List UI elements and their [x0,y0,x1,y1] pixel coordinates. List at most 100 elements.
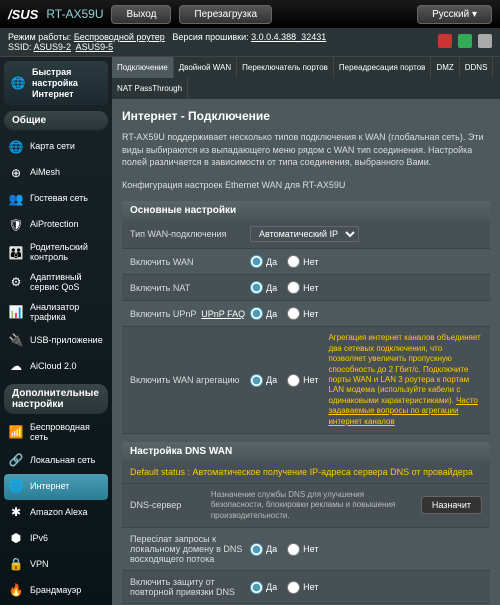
sidebar-label: Карта сети [30,142,75,152]
lang-label: Русский [432,9,469,20]
model-name: RT-AX59U [46,7,103,21]
note-link[interactable]: Часто задаваемые вопросы по агрегации ин… [328,396,477,426]
sidebar-icon: 🔒 [8,557,24,573]
setting-row: DNS-серверНазначение службы DNS для улуч… [122,484,490,528]
sidebar-label: USB-приложение [30,336,103,346]
mode-link[interactable]: Беспроводной роутер [74,32,165,42]
language-select[interactable]: Русский ▾ [417,5,492,24]
status-icon-2[interactable] [458,34,472,48]
sidebar-label: Адаптивный сервис QoS [30,273,104,293]
sidebar-icon: 📊 [8,305,24,321]
logout-button[interactable]: Выход [111,5,171,24]
sidebar-label: IPv6 [30,534,48,544]
sidebar-adv-1[interactable]: 🔗Локальная сеть [4,448,108,474]
sidebar-label: Анализатор трафика [30,303,104,323]
radio-no[interactable]: Нет [287,581,318,594]
tab-6[interactable]: NAT PassThrough [112,78,188,99]
fw-label: Версия прошивки: [172,32,248,42]
sidebar-label: Интернет [30,482,69,492]
setting-label: DNS-сервер [130,500,211,510]
setting-label: Включить NAT [130,283,250,293]
sidebar-adv-2[interactable]: 🌐Интернет [4,474,108,500]
radio-yes[interactable]: Да [250,255,277,268]
tab-4[interactable]: DMZ [431,57,459,78]
sidebar-icon: ⊕ [8,165,24,181]
sidebar-icon: 👪 [8,245,24,261]
section-basic: Основные настройки [122,201,490,220]
setting-label: Пересілат запросы к локальному домену в … [130,534,250,564]
ssid2-link[interactable]: ASUS9-5 [76,42,114,52]
faq-link[interactable]: UPnP FAQ [201,309,245,319]
sidebar-label: Гостевая сеть [30,194,88,204]
sidebar-icon: 🌐 [8,139,24,155]
sidebar-item-5[interactable]: ⚙Адаптивный сервис QoS [4,268,108,298]
sidebar-item-1[interactable]: ⊕ AiMesh [4,160,108,186]
sidebar-item-6[interactable]: 📊 Анализатор трафика [4,298,108,328]
radio-yes[interactable]: Да [250,374,277,387]
setting-row: Включить NATДа Нет [122,275,490,301]
sidebar-adv-3[interactable]: ✱ Amazon Alexa [4,500,108,526]
sidebar-label: AiProtection [30,220,79,230]
sidebar-item-2[interactable]: 👥Гостевая сеть [4,186,108,212]
radio-yes[interactable]: Да [250,543,277,556]
tab-3[interactable]: Переадресация портов [334,57,432,78]
sidebar-icon: ⬢ [8,531,24,547]
setting-row: Включить WANДа Нет [122,249,490,275]
brand-logo: /SUS [8,7,38,22]
sidebar-label: Брандмауэр [30,586,81,596]
ssid-label: SSID: [8,42,32,52]
radio-no[interactable]: Нет [287,374,318,387]
setting-label: Включить WAN агрегацию [130,375,250,385]
setting-label: Включить защиту от повторной привязки DN… [130,577,250,597]
ssid1-link[interactable]: ASUS9-2 [34,42,72,52]
sidebar-item-8[interactable]: ☁AiCloud 2.0 [4,354,108,380]
select[interactable]: Автоматический IP [250,226,359,242]
section-dns: Настройка DNS WAN [122,442,490,461]
sidebar-icon: ✱ [8,505,24,521]
sidebar-label: AiCloud 2.0 [30,362,77,372]
fw-link[interactable]: 3.0.0.4.388_32431 [251,32,326,42]
sidebar-icon: 🔥 [8,583,24,599]
status-icon-1[interactable] [438,34,452,48]
dns-status: Default status : Автоматическое получени… [130,467,473,477]
status-icon-3[interactable] [478,34,492,48]
sidebar-label: Локальная сеть [30,456,95,466]
radio-no[interactable]: Нет [287,307,318,320]
general-header: Общие [4,111,108,130]
quick-label: Быстрая настройка Интернет [32,67,102,99]
radio-no[interactable]: Нет [287,281,318,294]
page-desc: RT-AX59U поддерживает несколько типов по… [122,131,490,169]
sidebar-item-7[interactable]: 🔌USB-приложение [4,328,108,354]
setting-label: Включить UPnP UPnP FAQ [130,309,250,319]
sidebar-adv-5[interactable]: 🔒 VPN [4,552,108,578]
mode-label: Режим работы: [8,32,71,42]
radio-yes[interactable]: Да [250,281,277,294]
radio-no[interactable]: Нет [287,255,318,268]
quick-setup[interactable]: 🌐 Быстрая настройка Интернет [4,61,108,105]
sidebar-adv-4[interactable]: ⬢ IPv6 [4,526,108,552]
tab-2[interactable]: Переключатель портов [237,57,334,78]
radio-yes[interactable]: Да [250,581,277,594]
advanced-header: Дополнительные настройки [4,384,108,414]
tab-5[interactable]: DDNS [460,57,494,78]
reboot-button[interactable]: Перезагрузка [179,5,272,24]
sidebar-label: Беспроводная сеть [30,423,104,443]
sidebar-label: VPN [30,560,49,570]
sidebar-adv-0[interactable]: 📶 Беспроводная сеть [4,418,108,448]
radio-yes[interactable]: Да [250,307,277,320]
radio-no[interactable]: Нет [287,543,318,556]
setting-row: Пересілат запросы к локальному домену в … [122,528,490,571]
sidebar-icon: 🛡 [8,217,24,233]
setting-row: Включить WAN агрегациюДаНетАгрегация инт… [122,327,490,434]
setting-label: Включить WAN [130,257,250,267]
sidebar-item-3[interactable]: 🛡 AiProtection [4,212,108,238]
sidebar-item-4[interactable]: 👪Родительский контроль [4,238,108,268]
sidebar-item-0[interactable]: 🌐 Карта сети [4,134,108,160]
tab-0[interactable]: Подключение [112,57,174,78]
assign-button[interactable]: Назначит [421,496,482,514]
tab-1[interactable]: Двойной WAN [174,57,237,78]
sidebar-label: Amazon Alexa [30,508,88,518]
sidebar-label: AiMesh [30,168,60,178]
sidebar-icon: 📶 [8,425,24,441]
setting-row: Включить UPnP UPnP FAQДа Нет [122,301,490,327]
